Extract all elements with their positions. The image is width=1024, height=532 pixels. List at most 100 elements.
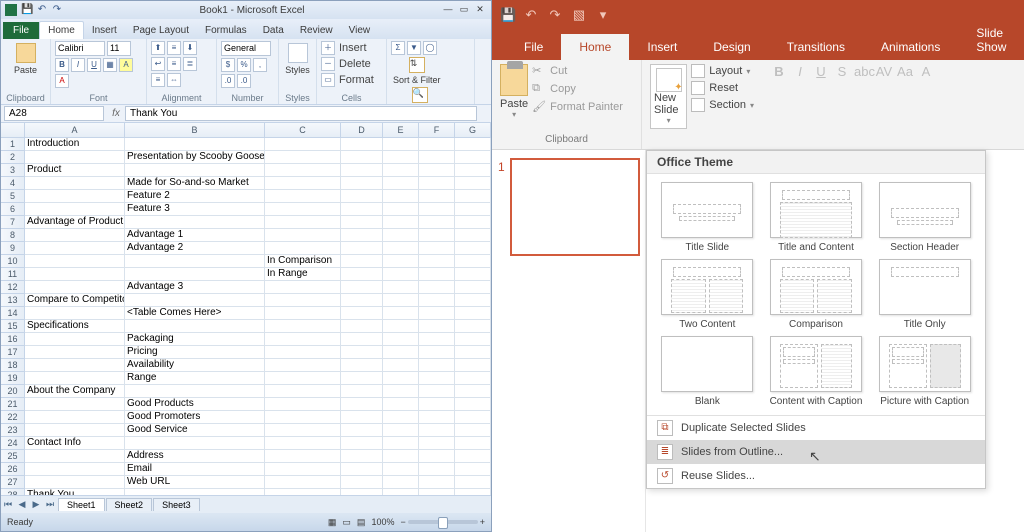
table-row[interactable]: 28Thank You: [1, 489, 491, 495]
percent-icon[interactable]: %: [237, 58, 251, 72]
cell[interactable]: [265, 424, 341, 437]
tab-data[interactable]: Data: [255, 22, 292, 39]
cell[interactable]: [265, 229, 341, 242]
cell[interactable]: [25, 281, 125, 294]
cell[interactable]: [25, 372, 125, 385]
cell[interactable]: [265, 359, 341, 372]
row-header[interactable]: 16: [1, 333, 25, 346]
cell[interactable]: [383, 255, 419, 268]
fill-icon[interactable]: ▼: [407, 41, 421, 55]
cell[interactable]: [455, 385, 491, 398]
row-header[interactable]: 6: [1, 203, 25, 216]
cell[interactable]: [455, 476, 491, 489]
col-header[interactable]: G: [455, 123, 491, 138]
cell[interactable]: [125, 216, 265, 229]
cell[interactable]: Advantage of Product: [25, 216, 125, 229]
cell[interactable]: [341, 463, 383, 476]
cell[interactable]: [341, 424, 383, 437]
cell[interactable]: [265, 385, 341, 398]
delete-cells-button[interactable]: －Delete: [321, 57, 371, 71]
cell[interactable]: Introduction: [25, 138, 125, 151]
cell[interactable]: [265, 411, 341, 424]
cell[interactable]: [25, 424, 125, 437]
cell[interactable]: [455, 450, 491, 463]
cell[interactable]: Feature 2: [125, 190, 265, 203]
cell[interactable]: [265, 437, 341, 450]
cell[interactable]: Advantage 1: [125, 229, 265, 242]
cell[interactable]: [455, 424, 491, 437]
duplicate-slides-item[interactable]: ⧉ Duplicate Selected Slides: [647, 416, 985, 440]
table-row[interactable]: 9Advantage 2: [1, 242, 491, 255]
zoom-slider[interactable]: −+: [400, 517, 485, 527]
tab-slide-show[interactable]: Slide Show: [958, 20, 1024, 60]
maximize-icon[interactable]: ▭: [457, 4, 471, 16]
cell[interactable]: [419, 242, 455, 255]
cell[interactable]: [419, 424, 455, 437]
cell[interactable]: [25, 307, 125, 320]
cell[interactable]: [419, 151, 455, 164]
tab-animations[interactable]: Animations: [863, 34, 958, 60]
cell[interactable]: [383, 359, 419, 372]
cell[interactable]: [341, 268, 383, 281]
cell[interactable]: [341, 164, 383, 177]
table-row[interactable]: 15Specifications: [1, 320, 491, 333]
autosum-icon[interactable]: Σ: [391, 41, 405, 55]
cell[interactable]: [341, 177, 383, 190]
cell[interactable]: [419, 229, 455, 242]
tab-insert[interactable]: Insert: [629, 34, 695, 60]
cell[interactable]: [341, 203, 383, 216]
wrap-text-icon[interactable]: ↩: [151, 57, 165, 71]
layout-title-slide[interactable]: Title Slide: [655, 182, 760, 253]
cell[interactable]: [125, 385, 265, 398]
cell[interactable]: [455, 346, 491, 359]
cell[interactable]: [125, 164, 265, 177]
cell[interactable]: [341, 372, 383, 385]
row-header[interactable]: 20: [1, 385, 25, 398]
row-header[interactable]: 1: [1, 138, 25, 151]
cell[interactable]: [25, 346, 125, 359]
sheet-tab[interactable]: Sheet2: [106, 498, 153, 511]
cell[interactable]: [383, 437, 419, 450]
tab-file[interactable]: File: [3, 22, 39, 39]
cell[interactable]: [419, 320, 455, 333]
cell[interactable]: [383, 463, 419, 476]
fill-color-button[interactable]: A: [119, 58, 133, 72]
table-row[interactable]: 21Good Products: [1, 398, 491, 411]
tab-page-layout[interactable]: Page Layout: [125, 22, 197, 39]
table-row[interactable]: 10In Comparison: [1, 255, 491, 268]
table-row[interactable]: 1Introduction: [1, 138, 491, 151]
col-header[interactable]: D: [341, 123, 383, 138]
slide-thumbnail-pane[interactable]: 1: [492, 150, 646, 532]
row-header[interactable]: 11: [1, 268, 25, 281]
tab-file[interactable]: File: [506, 34, 561, 60]
cell[interactable]: [125, 294, 265, 307]
cell[interactable]: [419, 294, 455, 307]
cell[interactable]: [25, 359, 125, 372]
cell[interactable]: [383, 151, 419, 164]
layout-picture-with-caption[interactable]: Picture with Caption: [872, 336, 977, 407]
cell[interactable]: [265, 151, 341, 164]
cell[interactable]: [25, 190, 125, 203]
cell[interactable]: [455, 359, 491, 372]
cell[interactable]: [341, 281, 383, 294]
view-break-icon[interactable]: ▤: [357, 517, 366, 528]
cell[interactable]: [383, 281, 419, 294]
row-header[interactable]: 9: [1, 242, 25, 255]
row-header[interactable]: 13: [1, 294, 25, 307]
cell[interactable]: Good Service: [125, 424, 265, 437]
col-header[interactable]: E: [383, 123, 419, 138]
cell[interactable]: [341, 255, 383, 268]
cell[interactable]: Pricing: [125, 346, 265, 359]
cell[interactable]: [341, 450, 383, 463]
col-header[interactable]: A: [25, 123, 125, 138]
cell[interactable]: [419, 164, 455, 177]
row-header[interactable]: 2: [1, 151, 25, 164]
fx-icon[interactable]: fx: [107, 108, 125, 119]
cell[interactable]: [455, 255, 491, 268]
cell[interactable]: [383, 190, 419, 203]
align-top-icon[interactable]: ⬆: [151, 41, 165, 55]
row-header[interactable]: 24: [1, 437, 25, 450]
cell[interactable]: [25, 203, 125, 216]
zoom-level[interactable]: 100%: [371, 517, 394, 527]
row-header[interactable]: 19: [1, 372, 25, 385]
